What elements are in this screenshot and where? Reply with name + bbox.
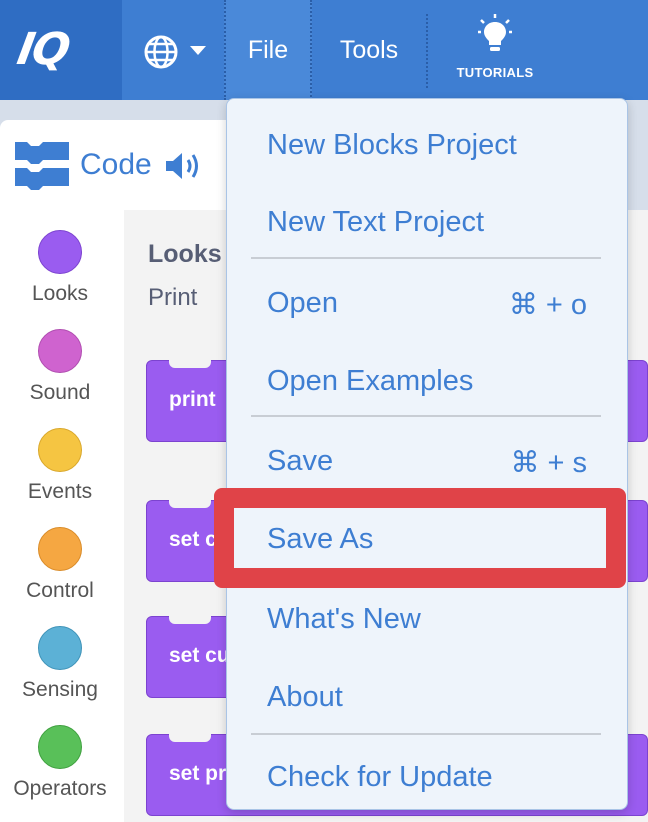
menu-item-new-blocks-project[interactable]: New Blocks Project — [267, 123, 587, 167]
iq-logo[interactable]: IQ — [0, 0, 122, 100]
events-color-dot — [38, 428, 82, 472]
shortcut-label: ⌘ + o — [508, 289, 587, 321]
menu-item-label: New Text Project — [267, 206, 485, 238]
category-label: Operators — [13, 777, 107, 800]
category-label: Sensing — [22, 678, 98, 701]
block-label: set pri — [169, 762, 233, 785]
category-sidebar: Looks Sound Events Control Sensing Opera… — [0, 210, 124, 822]
block-label: print — [169, 388, 216, 411]
category-label: Events — [27, 480, 93, 503]
menu-item-open[interactable]: Open ⌘ + o — [267, 281, 587, 325]
chevron-down-icon — [190, 46, 206, 55]
category-looks[interactable]: Looks — [0, 230, 124, 320]
operators-color-dot — [38, 725, 82, 769]
category-operators[interactable]: Operators — [0, 725, 124, 815]
save-as-highlight-box — [214, 488, 626, 588]
block-label: set c — [169, 528, 217, 551]
looks-color-dot — [38, 230, 82, 274]
category-label: Looks — [31, 282, 89, 305]
menu-item-open-examples[interactable]: Open Examples — [267, 359, 587, 403]
file-menu-label: File — [247, 36, 289, 64]
block-notch — [169, 616, 211, 624]
logo-text: IQ — [13, 24, 73, 75]
palette-subtitle: Print — [148, 284, 198, 311]
lightbulb-icon — [478, 14, 512, 51]
menu-divider — [251, 415, 601, 417]
menu-item-label: Save — [267, 445, 334, 477]
menu-item-label: New Blocks Project — [267, 129, 517, 161]
toolbar-divider — [426, 14, 428, 88]
menu-item-about[interactable]: About — [267, 675, 587, 719]
sound-color-dot — [38, 329, 82, 373]
blocks-icon — [15, 142, 69, 190]
category-label: Sound — [29, 381, 91, 404]
menu-divider — [251, 257, 601, 259]
block-notch — [169, 734, 211, 742]
block-notch — [169, 500, 211, 508]
menu-item-label: About — [267, 681, 343, 713]
language-button[interactable] — [140, 30, 212, 70]
control-color-dot — [38, 527, 82, 571]
category-control[interactable]: Control — [0, 527, 124, 617]
tab-code[interactable]: Code — [0, 120, 250, 212]
sensing-color-dot — [38, 626, 82, 670]
globe-icon — [144, 35, 178, 69]
speaker-icon[interactable] — [164, 150, 206, 182]
tools-menu-button[interactable]: Tools — [320, 36, 418, 65]
menu-item-label: Check for Update — [267, 761, 493, 793]
tutorials-label: TUTORIALS — [456, 65, 534, 80]
code-tab-label: Code — [80, 148, 152, 181]
category-sensing[interactable]: Sensing — [0, 626, 124, 716]
file-menu-button[interactable]: File — [224, 0, 312, 100]
file-dropdown-menu: New Blocks Project New Text Project Open… — [226, 98, 628, 810]
menu-item-label: Open — [267, 287, 338, 319]
category-label: Control — [26, 579, 94, 602]
menu-item-label: Open Examples — [267, 365, 474, 397]
menu-divider — [251, 733, 601, 735]
category-sound[interactable]: Sound — [0, 329, 124, 419]
menu-item-save[interactable]: Save ⌘ + s — [267, 439, 587, 483]
top-bar: IQ File Tools TUTORIALS — [0, 0, 648, 100]
category-events[interactable]: Events — [0, 428, 124, 518]
menu-item-label: What's New — [267, 603, 421, 635]
shortcut-label: ⌘ + s — [510, 447, 587, 479]
block-notch — [169, 360, 211, 368]
palette-title: Looks — [148, 240, 222, 268]
tutorials-button[interactable]: TUTORIALS — [440, 10, 550, 90]
menu-item-check-for-update[interactable]: Check for Update — [267, 755, 587, 799]
menu-item-whats-new[interactable]: What's New — [267, 597, 587, 641]
menu-item-new-text-project[interactable]: New Text Project — [267, 200, 587, 244]
